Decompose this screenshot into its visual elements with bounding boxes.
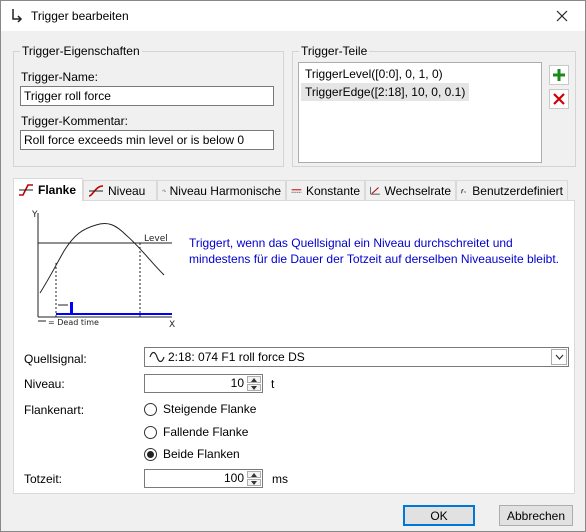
plus-icon (553, 69, 565, 81)
edge-trigger-diagram: Y X Level = Dead time (31, 210, 175, 330)
edge-falling-radio[interactable]: Fallende Flanke (144, 425, 248, 439)
window-title: Trigger bearbeiten (31, 9, 129, 23)
parts-group-label: Trigger-Teile (299, 44, 370, 58)
diagram-legend-label: = Dead time (48, 318, 99, 327)
change-rate-icon (370, 186, 380, 195)
level-decrement-button[interactable] (247, 384, 261, 391)
radio-label: Beide Flanken (163, 447, 240, 461)
trigger-comment-label: Trigger-Kommentar: (21, 114, 128, 128)
chevron-down-icon[interactable] (551, 349, 567, 365)
level-icon (88, 184, 104, 197)
svg-text:f: f (461, 189, 464, 195)
spin-up-icon (251, 472, 257, 477)
deadtime-spinner[interactable]: 100 (144, 469, 263, 488)
source-signal-select[interactable]: 2:18: 074 F1 roll force DS (144, 347, 569, 367)
delete-icon (553, 93, 565, 105)
tab-benutzerdefiniert[interactable]: fx Benutzerdefiniert (456, 180, 568, 200)
level-spinner[interactable]: 10 (144, 374, 263, 393)
diagram-x-label: X (169, 320, 175, 330)
diagram-y-label: Y (31, 210, 38, 220)
edge-icon (19, 184, 33, 196)
title-bar: Trigger bearbeiten (1, 1, 585, 31)
tab-label: Niveau (108, 183, 146, 198)
tab-label: Benutzerdefiniert (472, 183, 563, 198)
tab-label: Flanke (38, 183, 77, 197)
properties-group-label: Trigger-Eigenschaften (20, 44, 142, 58)
deadtime-label: Totzeit: (24, 472, 63, 486)
edge-type-label: Flankenart: (24, 403, 85, 417)
deadtime-increment-button[interactable] (247, 471, 261, 478)
diagram-level-label: Level (144, 234, 168, 244)
spin-down-icon (251, 480, 257, 485)
deadtime-value: 100 (223, 471, 244, 485)
deadtime-unit: ms (272, 472, 288, 486)
remove-part-button[interactable] (549, 89, 569, 109)
svg-text:H: H (164, 191, 165, 193)
list-item[interactable]: TriggerLevel([0:0], 0, 1, 0) (301, 65, 447, 83)
tab-label: Konstante (305, 183, 360, 198)
trigger-parts-list[interactable]: TriggerLevel([0:0], 0, 1, 0) TriggerEdge… (298, 62, 542, 163)
radio-circle (144, 402, 157, 416)
add-part-button[interactable] (549, 65, 569, 85)
spin-up-icon (251, 377, 257, 382)
level-increment-button[interactable] (247, 376, 261, 383)
function-icon: fx (461, 189, 466, 195)
cancel-button[interactable]: Abbrechen (499, 505, 573, 526)
radio-circle (144, 447, 157, 461)
trigger-icon (10, 8, 24, 24)
svg-text:x: x (464, 190, 466, 194)
edge-both-radio[interactable]: Beide Flanken (144, 447, 240, 461)
close-icon (556, 10, 568, 22)
spin-down-icon (251, 385, 257, 390)
tab-niveau-harmonische[interactable]: H Niveau Harmonische (157, 180, 286, 200)
level-value: 10 (230, 376, 244, 390)
level-unit: t (271, 377, 275, 391)
source-signal-label: Quellsignal: (24, 352, 87, 366)
constant-icon (291, 188, 302, 193)
trigger-description: Triggert, wenn das Quellsignal ein Nivea… (189, 236, 559, 266)
radio-label: Fallende Flanke (163, 425, 249, 439)
radio-selected-dot (147, 450, 154, 458)
tab-konstante[interactable]: Konstante (286, 180, 365, 200)
dialog-window: Trigger bearbeiten Trigger-Eigenschaften… (0, 0, 586, 532)
tab-wechselrate[interactable]: Wechselrate (365, 180, 456, 200)
edge-rising-radio[interactable]: Steigende Flanke (144, 402, 256, 416)
close-button[interactable] (539, 1, 585, 31)
trigger-comment-input[interactable]: Roll force exceeds min level or is below… (20, 130, 274, 150)
deadtime-decrement-button[interactable] (247, 479, 261, 486)
signal-wave-icon (149, 351, 165, 363)
radio-circle (144, 425, 157, 439)
ok-button[interactable]: OK (403, 505, 475, 526)
trigger-name-label: Trigger-Name: (21, 70, 98, 84)
tab-flanke[interactable]: Flanke (13, 178, 83, 201)
tab-label: Niveau Harmonische (169, 183, 281, 198)
tab-panel-flanke: Y X Level = Dead time Triggert, wenn das… (13, 200, 575, 494)
tab-niveau[interactable]: Niveau (83, 180, 157, 200)
level-label: Niveau: (24, 377, 65, 391)
radio-label: Steigende Flanke (163, 402, 257, 416)
trigger-name-input[interactable]: Trigger roll force (20, 86, 274, 106)
tab-label: Wechselrate (384, 183, 451, 198)
source-signal-value: 2:18: 074 F1 roll force DS (168, 350, 305, 364)
level-harmonic-icon: H (162, 189, 166, 193)
list-item[interactable]: TriggerEdge([2:18], 10, 0, 0.1) (301, 83, 470, 101)
